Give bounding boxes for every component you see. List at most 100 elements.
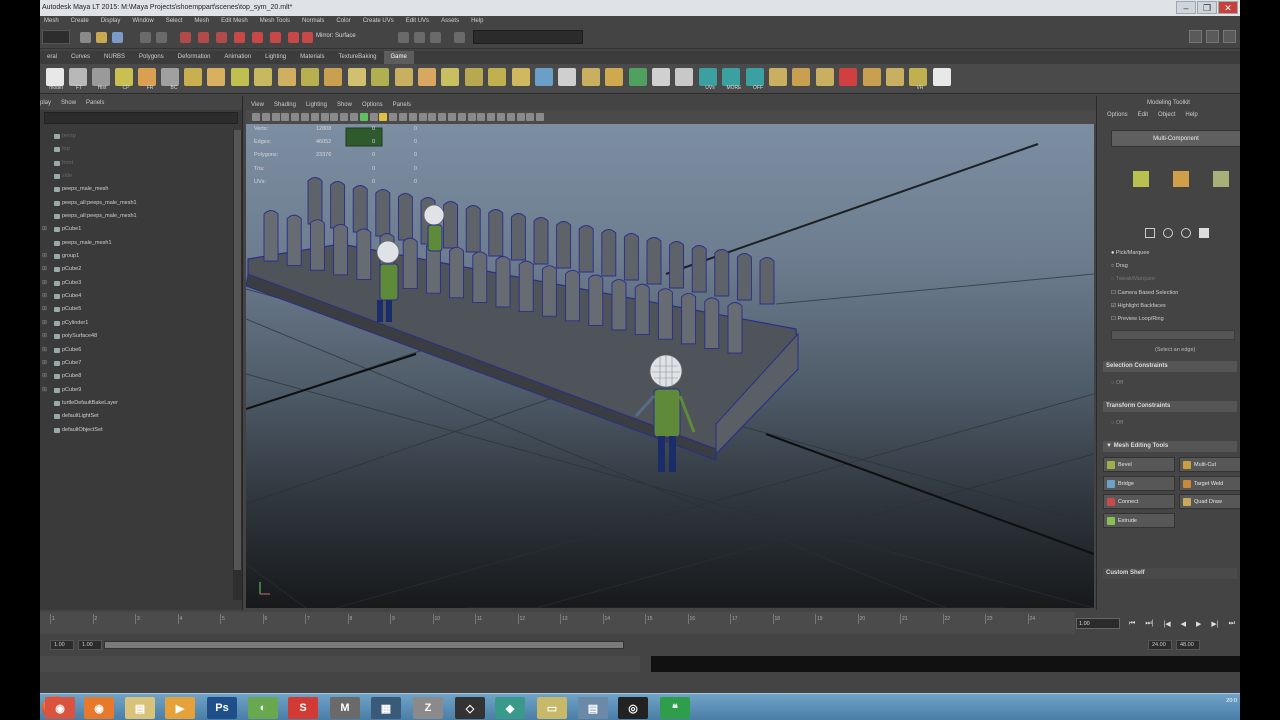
viewport-tool-icon[interactable] xyxy=(448,113,456,121)
taskbar-app-explorer-icon[interactable]: ▭ xyxy=(537,697,567,719)
snap-point-icon[interactable] xyxy=(270,32,281,43)
viewport-tool-icon[interactable] xyxy=(428,113,437,121)
playback-button[interactable]: ▶| xyxy=(1211,620,1218,628)
selection-constraints-header[interactable]: Selection Constraints xyxy=(1103,361,1237,372)
transform-constraints-header[interactable]: Transform Constraints xyxy=(1103,401,1237,412)
shelf-tool-icon[interactable] xyxy=(301,68,319,86)
shelf-tool-icon[interactable] xyxy=(792,68,811,86)
mesh-tool-button[interactable]: Quad Draw xyxy=(1179,494,1240,509)
viewport-tool-icon[interactable] xyxy=(497,113,505,121)
viewport-menu-item[interactable]: View xyxy=(251,102,264,108)
shelf-tool-icon[interactable] xyxy=(184,68,202,86)
outliner-item[interactable]: peeps_male_mesh xyxy=(40,183,230,196)
shelf-tool-icon[interactable] xyxy=(745,68,764,86)
shelf-tool-icon[interactable] xyxy=(207,68,226,86)
mesh-tool-button[interactable]: Multi-Cut xyxy=(1179,457,1240,472)
menu-item[interactable]: Create UVs xyxy=(363,18,394,24)
viewport-tool-icon[interactable] xyxy=(261,113,270,121)
minimize-button[interactable]: – xyxy=(1176,1,1196,14)
menu-item[interactable]: Edit UVs xyxy=(406,18,429,24)
viewport-tool-icon[interactable] xyxy=(330,113,339,121)
tweak-marquee-option[interactable]: ○ Tweak/Marquee xyxy=(1111,276,1155,282)
transform-constraint-off[interactable]: ○ Off xyxy=(1111,420,1123,426)
custom-shelf-header[interactable]: Custom Shelf xyxy=(1103,568,1237,579)
viewport-tool-icon[interactable] xyxy=(271,113,280,121)
taskbar-app-greenapp-icon[interactable]: ◐ xyxy=(248,697,278,719)
viewport-tool-icon[interactable] xyxy=(438,113,447,121)
viewport-menu-item[interactable]: Options xyxy=(362,102,383,108)
shelf-tool-icon[interactable] xyxy=(138,68,156,86)
playback-button[interactable]: ⏭ xyxy=(1229,620,1235,628)
system-tray-clock[interactable]: 20:0 xyxy=(1226,697,1237,706)
shelf-tab[interactable]: Deformation xyxy=(171,51,218,64)
menu-item[interactable]: Mesh xyxy=(44,18,59,24)
shelf-tool-icon[interactable] xyxy=(886,68,904,86)
open-scene-icon[interactable] xyxy=(96,32,107,43)
taskbar-app-folder-icon[interactable]: ▤ xyxy=(125,697,155,719)
viewport-tool-icon[interactable] xyxy=(487,113,496,121)
shelf-tab[interactable]: Materials xyxy=(293,51,331,64)
viewport-menu-item[interactable]: Show xyxy=(337,102,352,108)
current-frame-field[interactable]: 1.00 xyxy=(1076,618,1120,629)
select-component-icon[interactable] xyxy=(216,32,227,43)
outliner-scrollbar[interactable] xyxy=(233,130,242,600)
shelf-tool-icon[interactable] xyxy=(324,68,343,86)
menu-item[interactable]: Mesh Tools xyxy=(260,18,290,24)
snap-grid-icon[interactable] xyxy=(234,32,245,43)
viewport-tool-icon[interactable] xyxy=(457,113,466,121)
shelf-tool-icon[interactable] xyxy=(605,68,624,86)
ipr-render-icon[interactable] xyxy=(414,32,425,43)
menu-item[interactable]: Window xyxy=(132,18,153,24)
playback-button[interactable]: ◀ xyxy=(1181,620,1186,628)
expand-icon[interactable]: ⊞ xyxy=(42,344,47,357)
viewport-tool-icon[interactable] xyxy=(359,113,368,121)
viewport-tool-icon[interactable] xyxy=(516,113,525,121)
mesh-tool-button[interactable]: Bevel xyxy=(1103,457,1175,472)
outliner-item[interactable]: peeps_all:peeps_male_mesh1 xyxy=(40,197,230,210)
select-object-icon[interactable] xyxy=(198,32,209,43)
menu-item[interactable]: Display xyxy=(101,18,121,24)
menu-item[interactable]: Help xyxy=(471,18,483,24)
shelf-tab[interactable]: Polygons xyxy=(132,51,171,64)
select-tool-icon[interactable] xyxy=(1145,228,1155,238)
outliner-item[interactable]: side xyxy=(40,170,230,183)
menu-item[interactable]: Mesh xyxy=(194,18,209,24)
render-icon[interactable] xyxy=(398,32,409,43)
anim-start-field[interactable]: 1.00 xyxy=(50,640,74,650)
viewport-tool-icon[interactable] xyxy=(340,113,349,121)
anim-end-field[interactable]: 48.00 xyxy=(1176,640,1200,650)
outliner-item[interactable]: ⊞ pCube8 xyxy=(40,370,230,383)
mtk-menu-options[interactable]: Options xyxy=(1107,112,1128,118)
mesh-tool-button[interactable]: Connect xyxy=(1103,494,1175,509)
viewport-tool-icon[interactable] xyxy=(389,113,398,121)
shelf-tool-icon[interactable] xyxy=(815,68,834,86)
menu-set-dropdown[interactable] xyxy=(42,30,70,44)
viewport-tool-icon[interactable] xyxy=(418,113,427,121)
outliner-item[interactable]: front xyxy=(40,157,230,170)
taskbar-app-maya-icon[interactable]: M xyxy=(330,697,360,719)
range-bar[interactable] xyxy=(104,641,624,649)
symmetry-label[interactable]: Mirror: Surface xyxy=(316,33,356,39)
expand-icon[interactable]: ⊞ xyxy=(42,223,47,236)
shelf-tool-icon[interactable] xyxy=(254,68,273,86)
expand-icon[interactable]: ⊞ xyxy=(42,250,47,263)
outliner-item[interactable]: ⊞ pCube3 xyxy=(40,277,230,290)
outliner-item[interactable]: ⊞ group1 xyxy=(40,250,230,263)
viewport-menu-item[interactable]: Shading xyxy=(274,102,296,108)
shelf-tool-icon[interactable] xyxy=(511,68,530,86)
menu-item[interactable]: Select xyxy=(166,18,183,24)
shelf-tab[interactable]: Game xyxy=(383,51,414,64)
selection-constraint-off[interactable]: ○ Off xyxy=(1111,380,1123,386)
scale-tool-icon[interactable] xyxy=(1199,228,1209,238)
input-mode-icon[interactable] xyxy=(454,32,465,43)
outliner-item[interactable]: ⊞ polySurface48 xyxy=(40,330,230,343)
taskbar-app-steam-icon[interactable]: ◎ xyxy=(618,697,648,719)
viewport-tool-icon[interactable] xyxy=(399,113,407,121)
quick-select-field[interactable] xyxy=(473,30,583,44)
snap-curve-icon[interactable] xyxy=(252,32,263,43)
outliner-item[interactable]: ⊞ pCube1 xyxy=(40,223,230,236)
viewport-tool-icon[interactable] xyxy=(467,113,476,121)
highlight-backfaces-checkbox[interactable]: ☑ Highlight Backfaces xyxy=(1111,303,1166,309)
shelf-tool-icon[interactable] xyxy=(628,68,647,86)
perspective-viewport[interactable]: Verts: 12808 0 0 Edges: 46052 0 0 Polygons: 23376… xyxy=(246,124,1094,608)
